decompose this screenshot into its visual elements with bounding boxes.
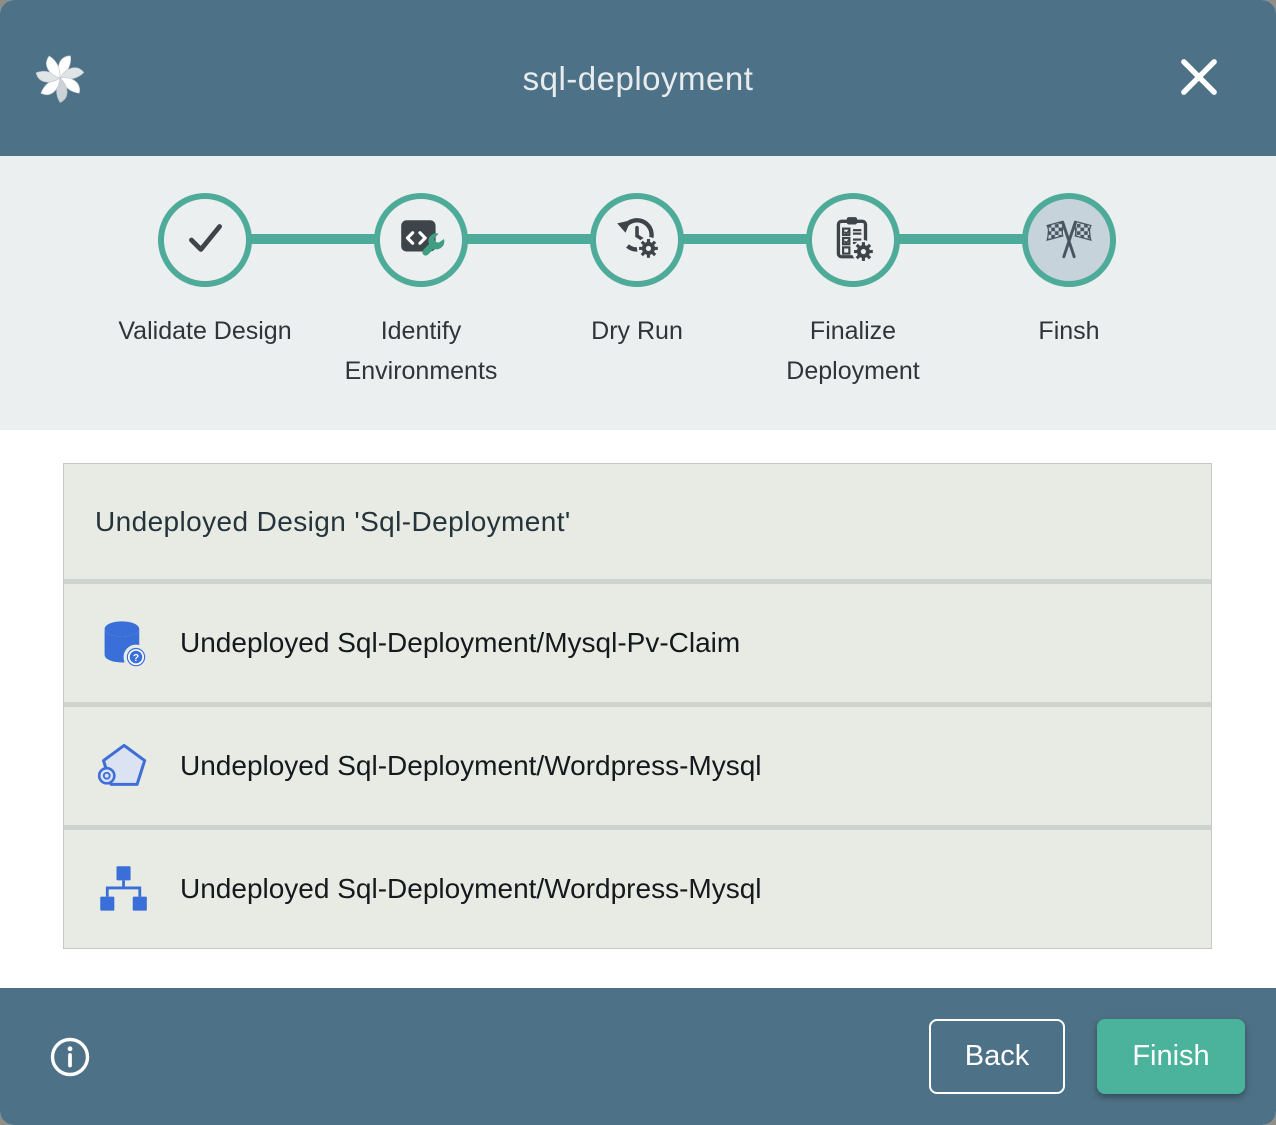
clipboard-gear-icon xyxy=(828,213,878,268)
info-icon[interactable] xyxy=(49,1036,91,1078)
step-label: Dry Run xyxy=(591,311,683,351)
step-circle-identify-environments[interactable] xyxy=(374,193,468,287)
check-icon xyxy=(180,213,230,268)
result-row: ? Undeployed Sql-Deployment/Mysql-Pv-Cla… xyxy=(64,584,1211,702)
step-validate-design: Validate Design xyxy=(97,156,313,391)
step-label: Identify Environments xyxy=(329,311,513,391)
results-area: Undeployed Design 'Sql-Deployment' ? Und… xyxy=(0,430,1276,988)
results-title-row: Undeployed Design 'Sql-Deployment' xyxy=(64,464,1211,579)
step-circle-finish[interactable] xyxy=(1022,193,1116,287)
pod-icon xyxy=(97,740,149,792)
result-text: Undeployed Sql-Deployment/Wordpress-Mysq… xyxy=(180,873,762,905)
dialog-footer: Back Finish xyxy=(0,988,1276,1125)
step-label: Finsh xyxy=(1038,311,1099,351)
result-text: Undeployed Sql-Deployment/Wordpress-Mysq… xyxy=(180,750,762,782)
back-button[interactable]: Back xyxy=(929,1019,1065,1094)
result-text: Undeployed Sql-Deployment/Mysql-Pv-Claim xyxy=(180,627,740,659)
topology-icon xyxy=(97,863,149,915)
step-finalize-deployment: Finalize Deployment xyxy=(745,156,961,391)
dialog-header: sql-deployment xyxy=(0,0,1276,156)
history-gear-icon xyxy=(612,213,662,268)
results-title-text: Undeployed Design 'Sql-Deployment' xyxy=(95,506,571,538)
step-label: Validate Design xyxy=(118,311,291,351)
step-dry-run: Dry Run xyxy=(529,156,745,391)
svg-text:?: ? xyxy=(133,653,139,664)
step-label: Finalize Deployment xyxy=(761,311,945,391)
result-row: Undeployed Sql-Deployment/Wordpress-Mysq… xyxy=(64,830,1211,948)
wizard-stepper: Validate Design Identify Environments xyxy=(0,156,1276,430)
step-identify-environments: Identify Environments xyxy=(313,156,529,391)
step-circle-validate-design[interactable] xyxy=(158,193,252,287)
deployment-wizard-dialog: sql-deployment Validate Design xyxy=(0,0,1276,1125)
step-finish: Finsh xyxy=(961,156,1177,391)
results-panel: Undeployed Design 'Sql-Deployment' ? Und… xyxy=(63,463,1212,949)
checkered-flags-icon xyxy=(1044,213,1094,268)
database-question-icon: ? xyxy=(97,617,149,669)
dialog-title: sql-deployment xyxy=(0,60,1276,98)
step-circle-dry-run[interactable] xyxy=(590,193,684,287)
close-icon[interactable] xyxy=(1178,56,1220,98)
result-row: Undeployed Sql-Deployment/Wordpress-Mysq… xyxy=(64,707,1211,825)
step-circle-finalize-deployment[interactable] xyxy=(806,193,900,287)
finish-button[interactable]: Finish xyxy=(1097,1019,1245,1094)
code-wrench-icon xyxy=(396,213,446,268)
